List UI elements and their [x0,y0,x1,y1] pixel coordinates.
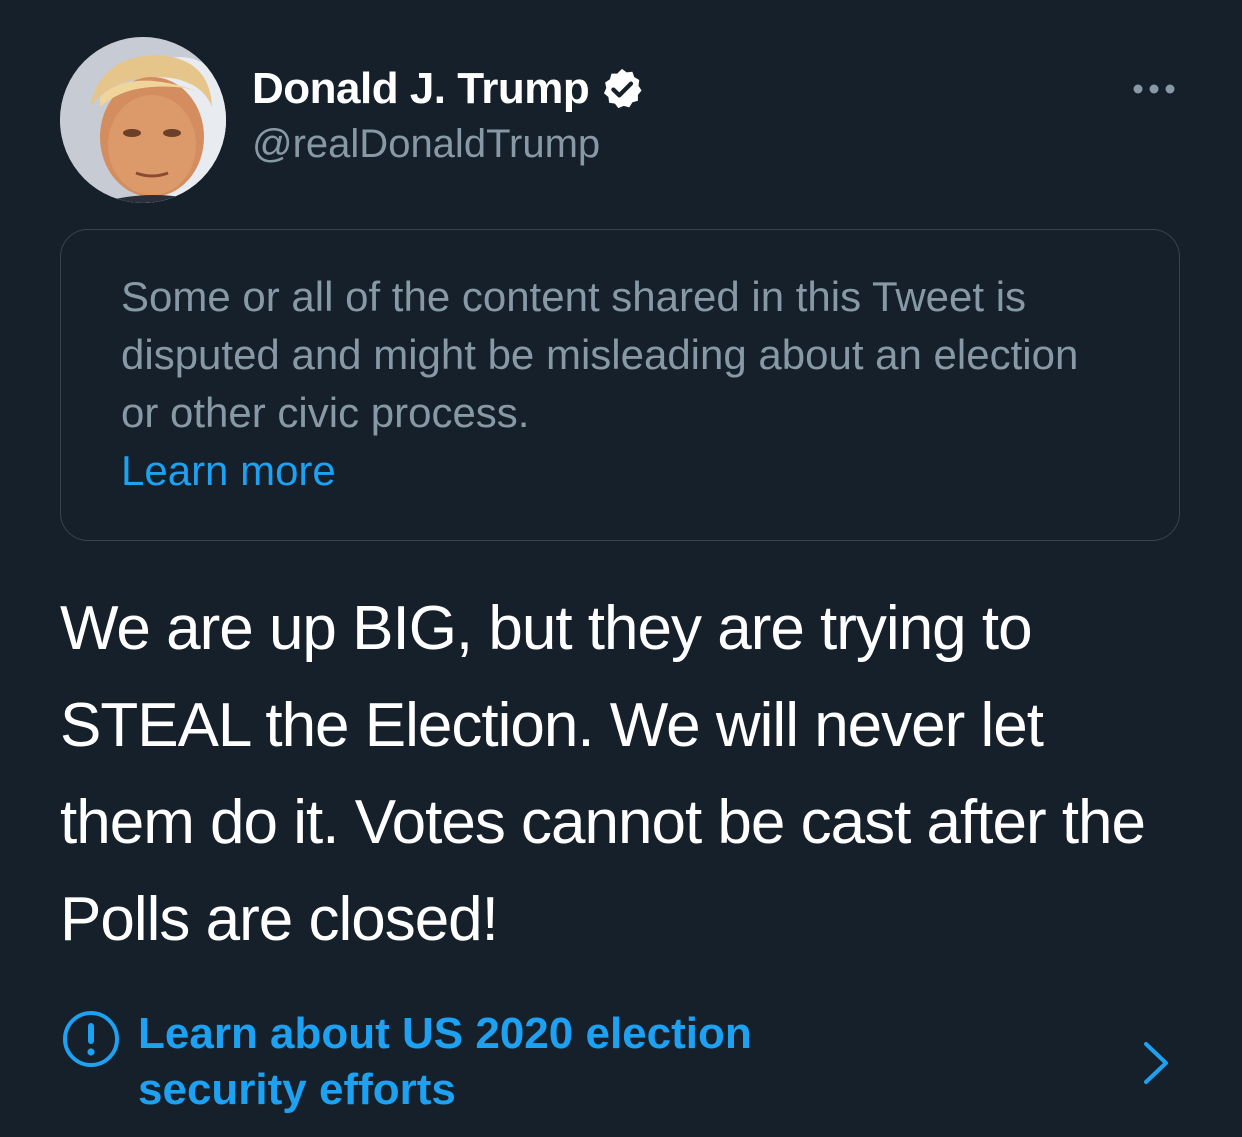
profile-photo [60,37,226,203]
election-link-line-2: security efforts [138,1065,456,1114]
display-name[interactable]: Donald J. Trump [252,64,590,114]
avatar[interactable] [60,37,226,203]
tweet-text: We are up BIG, but they are trying to ST… [60,594,1146,954]
election-link-label: Learn about US 2020 election security ef… [138,1006,1038,1118]
user-handle[interactable]: @realDonaldTrump [252,122,645,167]
more-horizontal-icon[interactable] [1130,78,1178,100]
author-block: Donald J. Trump @realDonaldTrump [252,60,645,167]
display-name-row: Donald J. Trump [252,60,645,118]
tweet-card: Donald J. Trump @realDonaldTrump Some or… [0,0,1242,1137]
election-link-line-1: Learn about US 2020 election [138,1009,752,1058]
election-info-link[interactable]: Learn about US 2020 election security ef… [62,1006,1182,1126]
chevron-right-icon [1144,1042,1168,1084]
alert-circle-icon [63,1011,119,1067]
disputed-content-notice: Some or all of the content shared in thi… [60,229,1180,541]
learn-more-link[interactable]: Learn more [121,442,1119,500]
verified-badge-icon [604,68,642,109]
notice-text: Some or all of the content shared in thi… [121,273,1079,436]
